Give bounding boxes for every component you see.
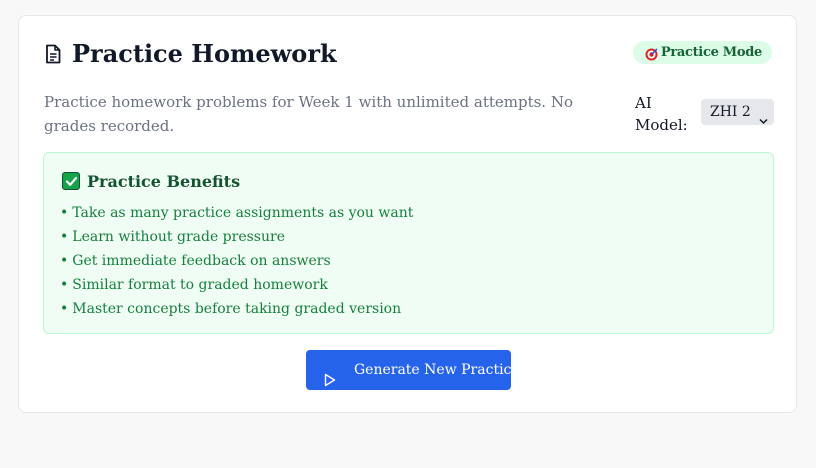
chevron-down-icon [759,108,768,125]
page-description: Practice homework problems for Week 1 wi… [44,93,573,135]
ai-model-label: AI Model: [635,94,688,134]
practice-homework-card: Practice Homework Practice Mode Practice… [18,15,797,413]
generate-button-label: Generate New Practice [354,362,520,378]
practice-benefits-panel: Practice Benefits Take as many practice … [43,152,774,334]
play-icon [324,363,336,403]
card-header: Practice Homework Practice Mode [44,38,772,70]
check-mark-icon [62,172,80,190]
practice-mode-badge: Practice Mode [632,41,772,64]
generate-new-practice-button[interactable]: Generate New Practice [306,350,520,390]
list-item: Get immediate feedback on answers [60,249,413,273]
list-item: Similar format to graded homework [60,273,413,297]
page-title: Practice Homework [72,39,337,68]
badge-label: Practice Mode [660,45,762,60]
target-icon [645,46,658,61]
list-item: Learn without grade pressure [60,225,413,249]
list-item: Take as many practice assignments as you… [60,201,413,225]
document-icon [44,44,62,64]
list-item: Master concepts before taking graded ver… [60,297,413,321]
ai-model-select[interactable]: ZHI 2 [701,99,774,125]
benefits-list: Take as many practice assignments as you… [60,201,413,321]
ai-model-selected-value: ZHI 2 [710,104,751,120]
benefits-title: Practice Benefits [87,172,241,191]
